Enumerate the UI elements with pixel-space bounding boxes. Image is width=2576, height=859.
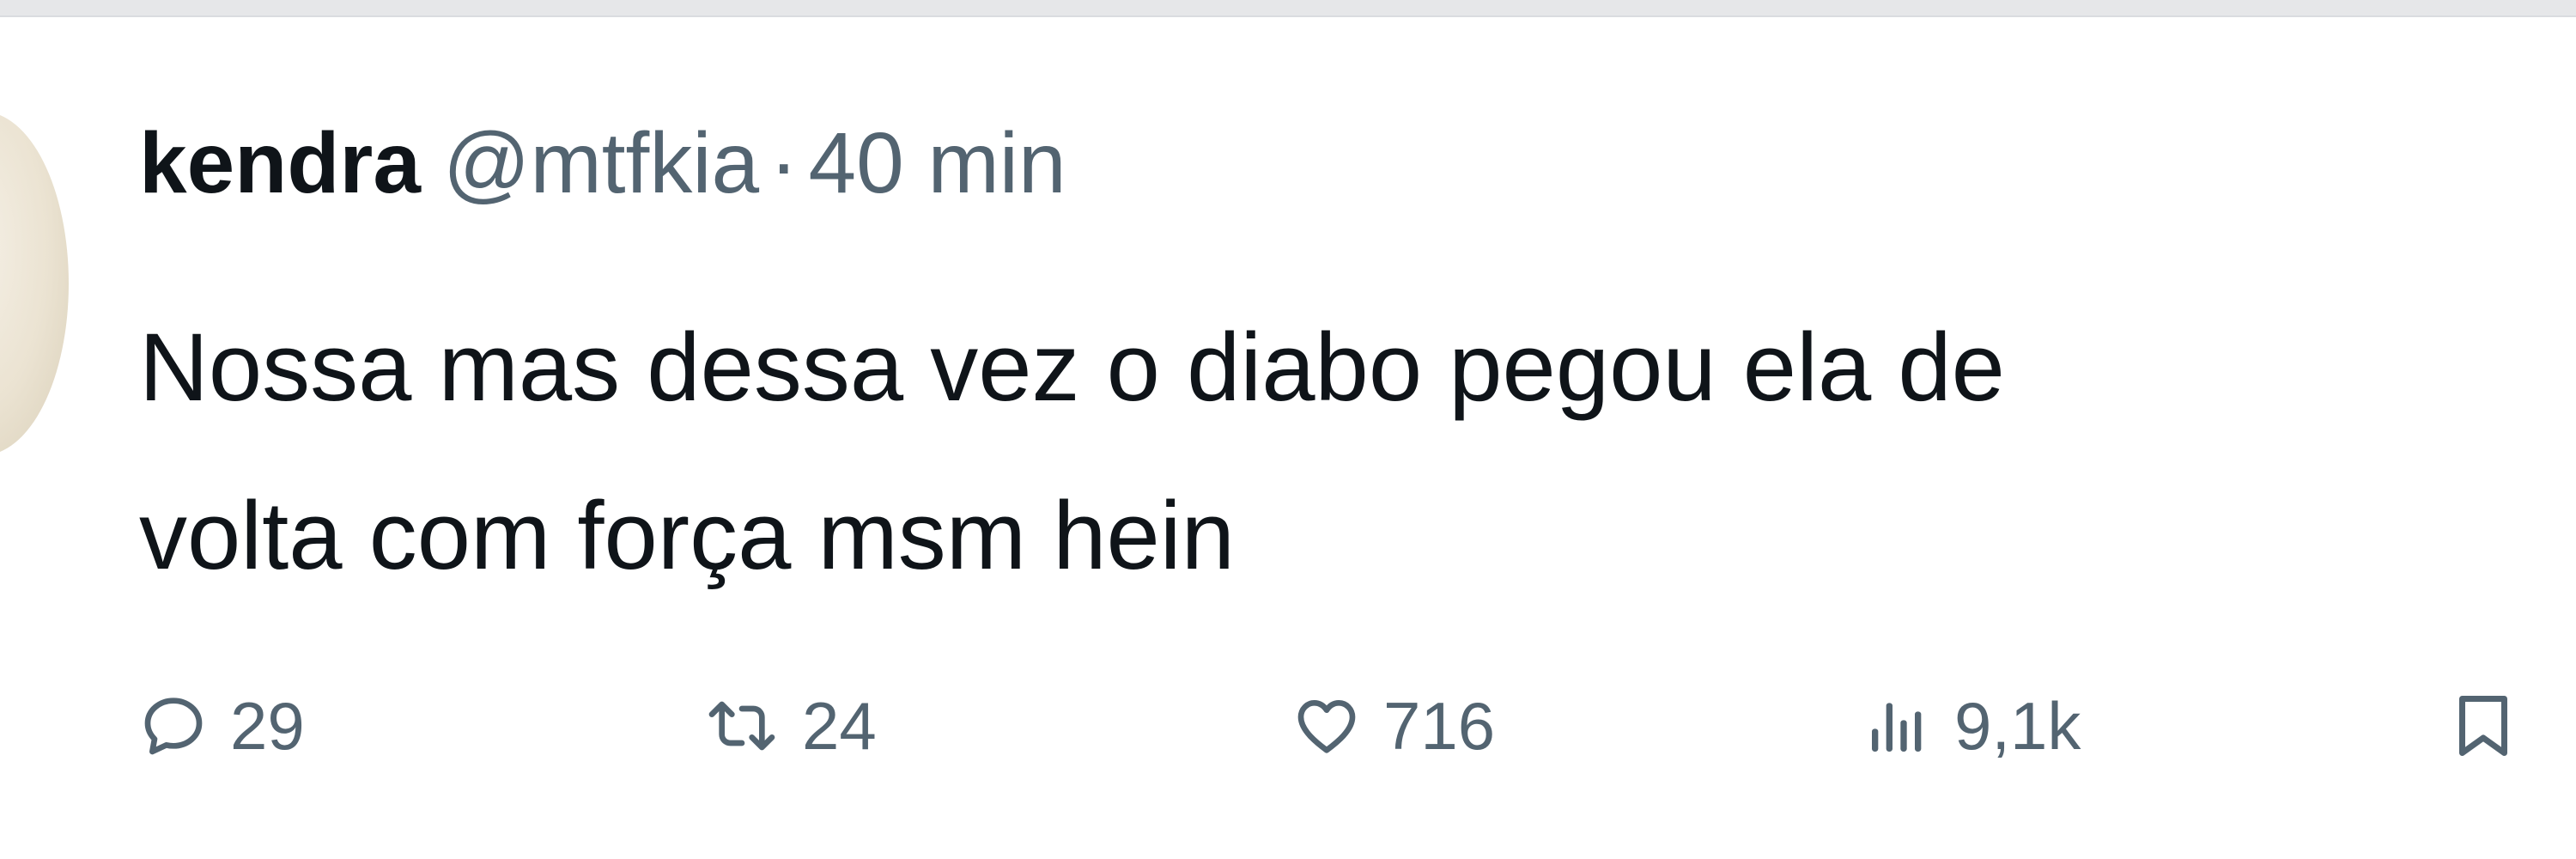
reply-bubble-icon: [139, 691, 208, 760]
like-count: 716: [1383, 688, 1496, 764]
tweet-action-bar: 29 24 716 9,1k: [0, 679, 2576, 773]
tweet-text-line: volta com força msm hein: [139, 482, 1235, 589]
retweet-button[interactable]: 24: [704, 679, 877, 773]
reply-count: 29: [230, 688, 305, 764]
display-name[interactable]: kendra: [139, 112, 421, 215]
top-divider: [0, 0, 2576, 15]
bookmark-button[interactable]: [2447, 679, 2519, 773]
tweet-text-line: Nossa mas dessa vez o diabo pegou ela de: [139, 314, 2005, 421]
like-button[interactable]: 716: [1292, 679, 1495, 773]
avatar[interactable]: [0, 112, 69, 455]
views-button[interactable]: 9,1k: [1863, 679, 2081, 773]
top-divider-line: [0, 15, 2576, 17]
tweet-header: kendra @mtfkia · 40 min: [139, 112, 1066, 215]
views-bar-chart-icon: [1863, 691, 1932, 760]
tweet-timestamp[interactable]: 40 min: [808, 112, 1066, 215]
views-count: 9,1k: [1954, 688, 2081, 764]
bookmark-icon: [2447, 687, 2519, 765]
retweet-count: 24: [802, 688, 877, 764]
retweet-icon: [704, 691, 780, 760]
heart-icon: [1292, 691, 1361, 760]
user-handle[interactable]: @mtfkia: [443, 112, 759, 215]
reply-button[interactable]: 29: [139, 679, 305, 773]
header-separator: ·: [769, 115, 799, 211]
tweet-text: Nossa mas dessa vez o diabo pegou ela de…: [139, 283, 2561, 620]
